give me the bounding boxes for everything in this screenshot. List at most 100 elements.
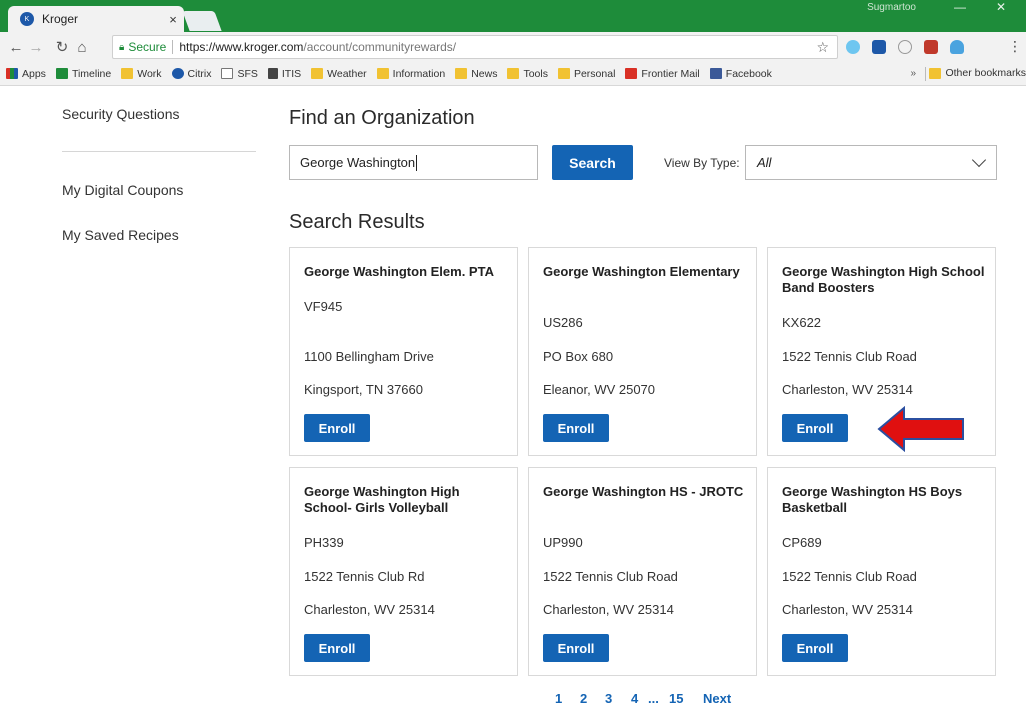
bookmark-tools[interactable]: Tools [507, 68, 548, 80]
page-link-2[interactable]: 2 [580, 691, 587, 706]
bookmark-apps[interactable]: Apps [6, 68, 46, 80]
org-name: George Washington High School- Girls Vol… [304, 484, 460, 515]
folder-icon [311, 68, 324, 79]
sidebar-divider [62, 151, 256, 152]
org-name: George Washington High School Band Boost… [782, 264, 985, 295]
org-city: Charleston, WV 25314 [543, 602, 674, 617]
bookmark-label: Citrix [187, 67, 212, 80]
back-arrow-icon[interactable]: ← [6, 39, 26, 56]
bookmarks-separator [925, 67, 926, 81]
bookmark-news[interactable]: News [455, 68, 497, 80]
extension-circle-icon[interactable] [846, 40, 860, 54]
org-city: Kingsport, TN 37660 [304, 382, 423, 397]
extension-cloud-icon[interactable] [950, 40, 964, 54]
bookmark-work[interactable]: Work [121, 68, 162, 80]
org-address: PO Box 680 [543, 349, 614, 364]
other-bookmarks[interactable]: Other bookmarks [929, 67, 1026, 79]
frontier-icon [625, 68, 638, 79]
text-caret [416, 154, 418, 171]
enroll-button[interactable]: Enroll [782, 634, 848, 662]
folder-icon [455, 68, 468, 79]
address-bar[interactable]: 🔒︎ Secure https://www.kroger.com/account… [112, 35, 838, 59]
tab-close-icon[interactable]: × [162, 12, 184, 27]
org-code: CP689 [782, 535, 822, 550]
bookmark-frontier-mail[interactable]: Frontier Mail [625, 67, 700, 80]
extension-blue-icon[interactable] [872, 40, 886, 54]
bookmark-weather[interactable]: Weather [311, 68, 367, 80]
bookmark-facebook[interactable]: Facebook [709, 68, 772, 80]
sidebar-link-security-questions[interactable]: Security Questions [62, 106, 180, 122]
chrome-menu-icon[interactable]: ⋮ [1008, 38, 1022, 55]
sidebar-link-digital-coupons[interactable]: My Digital Coupons [62, 182, 183, 198]
sidebar-link-saved-recipes[interactable]: My Saved Recipes [62, 227, 179, 243]
home-icon[interactable]: ⌂ [72, 39, 92, 56]
pagination-ellipsis: ... [648, 691, 659, 706]
more-bookmarks-chevron-icon[interactable]: » [910, 68, 916, 79]
view-by-type-select[interactable]: All [745, 145, 997, 180]
org-city: Eleanor, WV 25070 [543, 382, 656, 397]
enroll-button[interactable]: Enroll [543, 634, 609, 662]
folder-icon [376, 68, 389, 79]
org-name: George Washington HS - JROTC [543, 484, 744, 499]
bookmark-star-icon[interactable]: ☆ [816, 39, 829, 56]
org-code: VF945 [304, 299, 343, 314]
extension-coupon-icon[interactable] [924, 40, 938, 54]
view-by-type-label: View By Type: [664, 156, 740, 170]
org-code: KX622 [782, 315, 822, 330]
forward-arrow-icon[interactable]: → [26, 39, 46, 56]
chevron-down-icon [971, 152, 987, 168]
bookmark-label: Frontier Mail [641, 67, 700, 80]
window-user-name: Sugmartoo [867, 2, 916, 13]
bookmarks-bar: Apps Timeline Work Citrix SFS ITIS Weath… [0, 62, 1026, 86]
page-link-15[interactable]: 15 [669, 691, 683, 706]
page-icon [221, 68, 234, 79]
organization-search-input[interactable]: George Washington [289, 145, 538, 180]
new-tab-button[interactable] [182, 11, 222, 31]
bookmark-sfs[interactable]: SFS [221, 68, 258, 80]
page-link-1[interactable]: 1 [555, 691, 562, 706]
search-button[interactable]: Search [552, 145, 633, 180]
enroll-button[interactable]: Enroll [543, 414, 609, 442]
reload-icon[interactable]: ↻ [52, 38, 72, 56]
bookmark-label: News [471, 67, 498, 80]
org-address: 1522 Tennis Club Road [543, 569, 678, 584]
page-link-4[interactable]: 4 [631, 691, 638, 706]
close-window-icon[interactable]: ✕ [996, 0, 1006, 14]
org-name: George Washington Elem. PTA [304, 264, 494, 279]
bookmark-itis[interactable]: ITIS [267, 68, 301, 80]
secure-label: Secure [128, 40, 167, 54]
enroll-button[interactable]: Enroll [304, 414, 370, 442]
org-code: PH339 [304, 535, 344, 550]
browser-title-bar: K Kroger × Sugmartoo — ✕ [0, 0, 1026, 32]
org-name: George Washington Elementary [543, 264, 740, 279]
folder-icon [557, 68, 570, 79]
bookmark-label: Weather [327, 67, 367, 80]
bookmark-timeline[interactable]: Timeline [55, 68, 111, 80]
bookmark-information[interactable]: Information [376, 68, 445, 80]
omnibox-separator [172, 40, 174, 54]
minimize-icon[interactable]: — [954, 0, 966, 14]
bookmark-citrix[interactable]: Citrix [171, 67, 212, 80]
result-card: George Washington Elementary US286 PO Bo… [528, 247, 757, 456]
org-city: Charleston, WV 25314 [782, 382, 913, 397]
bookmark-label: Tools [523, 67, 548, 80]
org-city: Charleston, WV 25314 [782, 602, 913, 617]
tab-title: Kroger [42, 12, 79, 26]
search-results-heading: Search Results [289, 211, 425, 233]
org-address: 1522 Tennis Club Road [782, 349, 917, 364]
next-page-link[interactable]: Next [703, 691, 731, 706]
lock-icon: 🔒︎ [119, 41, 125, 53]
page-link-3[interactable]: 3 [605, 691, 612, 706]
apps-grid-icon [6, 68, 18, 79]
url-path: /account/communityrewards/ [303, 40, 457, 54]
kroger-favicon-icon: K [20, 12, 34, 26]
extension-ring-icon[interactable] [898, 40, 912, 54]
enroll-button[interactable]: Enroll [782, 414, 848, 442]
red-arrow-annotation-icon [877, 406, 964, 452]
enroll-button[interactable]: Enroll [304, 634, 370, 662]
bookmark-personal[interactable]: Personal [557, 67, 616, 80]
folder-icon [929, 67, 942, 79]
org-city: Charleston, WV 25314 [304, 602, 435, 617]
bookmark-label: Personal [573, 67, 616, 80]
browser-tab-kroger[interactable]: K Kroger × [8, 6, 184, 32]
